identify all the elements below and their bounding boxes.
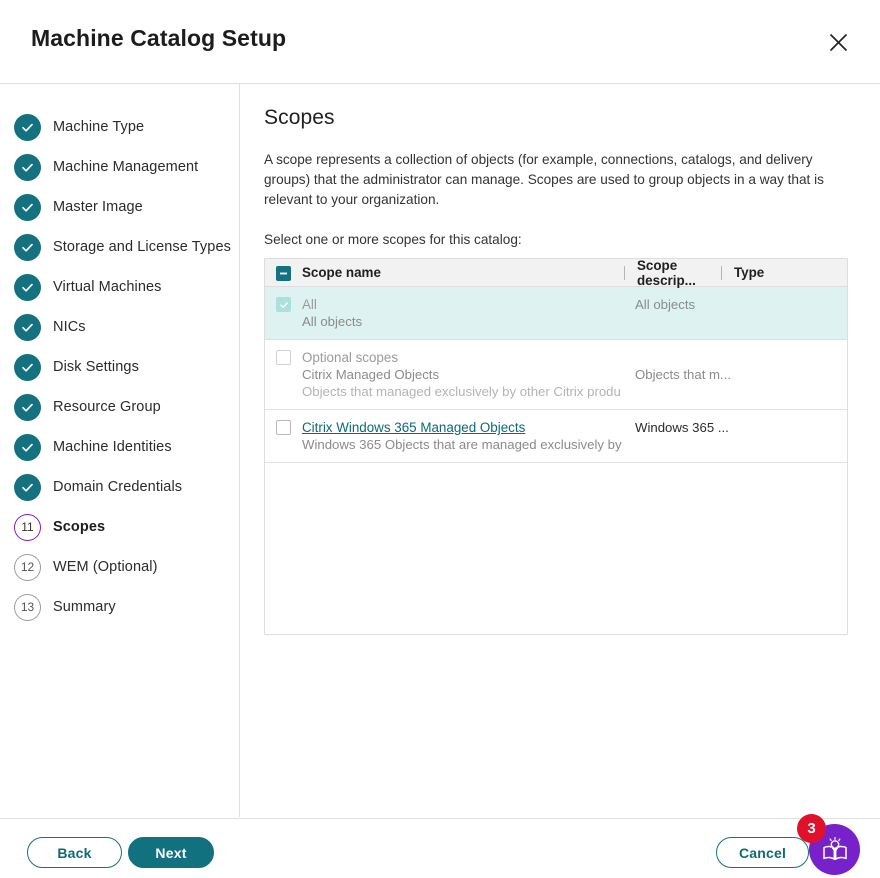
sidebar-step-label: Scopes <box>53 519 106 535</box>
scope-subtitle: Citrix Managed Objects <box>302 367 440 382</box>
step-complete-check-icon <box>14 113 41 141</box>
step-complete-check-icon <box>14 313 41 341</box>
sidebar-step-label: Machine Identities <box>53 439 172 455</box>
table-row[interactable]: Citrix Windows 365 Managed Objects Window… <box>265 410 847 463</box>
next-button[interactable]: Next <box>128 837 214 868</box>
cell-scope-description: All objects <box>635 297 696 312</box>
main-panel: Scopes A scope represents a collection o… <box>241 84 880 817</box>
sidebar-step-machine-management[interactable]: Machine Management <box>0 147 239 187</box>
step-complete-check-icon <box>14 473 41 501</box>
step-number-badge: 11 <box>14 513 41 541</box>
help-notification-badge: 3 <box>797 814 826 843</box>
table-row[interactable]: All All objects All objects <box>265 287 847 340</box>
back-button[interactable]: Back <box>27 837 122 868</box>
scope-name-text: All <box>302 297 317 312</box>
page-title: Machine Catalog Setup <box>31 25 287 51</box>
sidebar-step-storage-and-license-types[interactable]: Storage and License Types <box>0 227 239 267</box>
step-complete-check-icon <box>14 233 41 261</box>
column-header-scope-name[interactable]: Scope name <box>302 265 624 280</box>
cell-scope-name: Citrix Windows 365 Managed Objects Window… <box>291 419 635 453</box>
sidebar-step-label: NICs <box>53 319 86 335</box>
select-scopes-label: Select one or more scopes for this catal… <box>264 232 522 247</box>
sidebar-step-machine-identities[interactable]: Machine Identities <box>0 427 239 467</box>
sidebar-step-summary[interactable]: 13 Summary <box>0 587 239 627</box>
column-header-type[interactable]: Type <box>722 265 764 280</box>
sidebar-step-scopes[interactable]: 11 Scopes <box>0 507 239 547</box>
sidebar-step-master-image[interactable]: Master Image <box>0 187 239 227</box>
cell-scope-name: Optional scopes Citrix Managed Objects Obj… <box>291 349 635 400</box>
sidebar-step-label: WEM (Optional) <box>53 559 158 575</box>
table-row[interactable]: Optional scopes Citrix Managed Objects Obj… <box>265 340 847 410</box>
sidebar-step-wem-optional[interactable]: 12 WEM (Optional) <box>0 547 239 587</box>
sidebar-step-resource-group[interactable]: Resource Group <box>0 387 239 427</box>
machine-catalog-setup-dialog: Machine Catalog Setup Machine Type Machin… <box>0 0 880 878</box>
row-checkbox <box>276 297 291 312</box>
sidebar-step-label: Machine Type <box>53 119 145 135</box>
sidebar-step-label: Domain Credentials <box>53 479 183 495</box>
scope-subtitle: Windows 365 Objects that are managed exc… <box>302 437 622 452</box>
sidebar-step-nics[interactable]: NICs <box>0 307 239 347</box>
column-header-scope-description[interactable]: Scope descrip... <box>625 258 721 288</box>
scope-subtitle: All objects <box>302 314 363 329</box>
scope-name-link[interactable]: Citrix Windows 365 Managed Objects <box>302 419 635 436</box>
table-empty-space <box>265 463 847 634</box>
step-complete-check-icon <box>14 393 41 421</box>
sidebar-step-label: Virtual Machines <box>53 279 162 295</box>
scopes-table: Scope name Scope descrip... Type All All … <box>264 258 848 635</box>
step-complete-check-icon <box>14 193 41 221</box>
step-complete-check-icon <box>14 273 41 301</box>
step-number-badge: 13 <box>14 593 41 621</box>
step-complete-check-icon <box>14 353 41 381</box>
sidebar-step-virtual-machines[interactable]: Virtual Machines <box>0 267 239 307</box>
wizard-steps-sidebar: Machine Type Machine Management Master Ima… <box>0 84 240 817</box>
dialog-footer: Back Next Cancel <box>0 818 880 878</box>
cell-scope-description: Objects that m... <box>635 367 732 382</box>
row-checkbox[interactable] <box>276 420 291 435</box>
scope-name-text: Optional scopes <box>302 350 399 365</box>
cell-scope-name: All All objects <box>291 296 635 330</box>
step-number-badge: 12 <box>14 553 41 581</box>
cancel-button[interactable]: Cancel <box>716 837 809 868</box>
sidebar-step-label: Summary <box>53 599 116 615</box>
step-complete-check-icon <box>14 153 41 181</box>
sidebar-step-domain-credentials[interactable]: Domain Credentials <box>0 467 239 507</box>
sidebar-step-label: Machine Management <box>53 159 199 175</box>
sidebar-step-label: Storage and License Types <box>53 239 231 255</box>
row-checkbox <box>276 350 291 365</box>
section-description: A scope represents a collection of objec… <box>264 152 824 207</box>
sidebar-step-machine-type[interactable]: Machine Type <box>0 107 239 147</box>
sidebar-step-label: Master Image <box>53 199 143 215</box>
sidebar-step-label: Resource Group <box>53 399 161 415</box>
table-header-row: Scope name Scope descrip... Type <box>265 258 847 288</box>
cell-scope-description: Windows 365 ... <box>635 420 729 435</box>
sidebar-step-disk-settings[interactable]: Disk Settings <box>0 347 239 387</box>
section-title: Scopes <box>264 106 335 129</box>
dialog-titlebar: Machine Catalog Setup <box>0 0 880 84</box>
scope-subtitle-secondary: Objects that managed exclusively by othe… <box>302 384 621 399</box>
sidebar-step-label: Disk Settings <box>53 359 139 375</box>
step-complete-check-icon <box>14 433 41 461</box>
table-body: All All objects All objects Optional scopes… <box>265 287 847 463</box>
close-icon[interactable] <box>822 26 854 58</box>
book-lightbulb-icon <box>822 836 847 860</box>
select-all-checkbox[interactable] <box>276 265 291 281</box>
